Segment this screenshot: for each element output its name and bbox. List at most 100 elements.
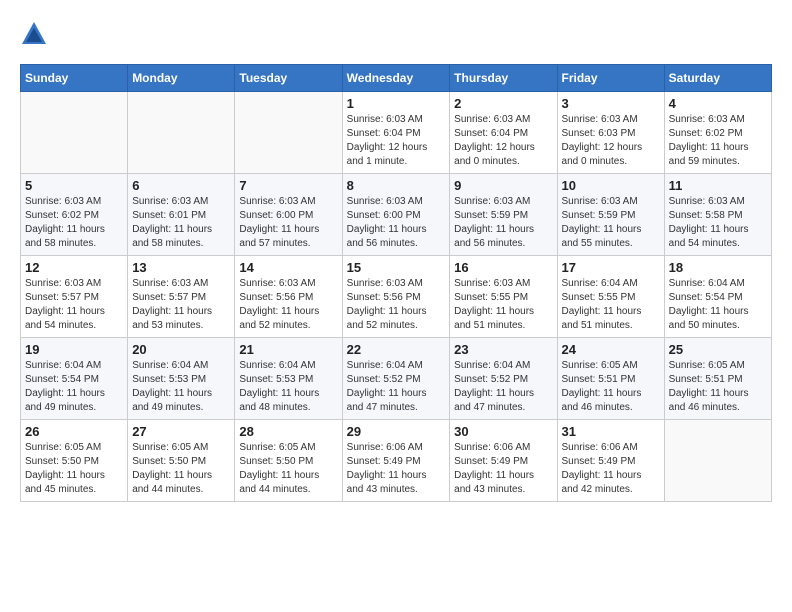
day-info: Sunrise: 6:05 AM Sunset: 5:50 PM Dayligh… <box>132 441 230 497</box>
calendar-cell <box>664 420 771 502</box>
day-info: Sunrise: 6:05 AM Sunset: 5:51 PM Dayligh… <box>562 359 660 415</box>
day-info: Sunrise: 6:06 AM Sunset: 5:49 PM Dayligh… <box>454 441 552 497</box>
day-info: Sunrise: 6:04 AM Sunset: 5:54 PM Dayligh… <box>669 277 767 333</box>
day-number: 11 <box>669 178 767 193</box>
calendar-cell <box>128 92 235 174</box>
calendar-header-row: SundayMondayTuesdayWednesdayThursdayFrid… <box>21 65 772 92</box>
calendar-cell: 2 Sunrise: 6:03 AM Sunset: 6:04 PM Daylig… <box>450 92 557 174</box>
day-info: Sunrise: 6:06 AM Sunset: 5:49 PM Dayligh… <box>347 441 446 497</box>
day-number: 10 <box>562 178 660 193</box>
calendar-cell: 3 Sunrise: 6:03 AM Sunset: 6:03 PM Daylig… <box>557 92 664 174</box>
day-number: 4 <box>669 96 767 111</box>
calendar-cell: 31 Sunrise: 6:06 AM Sunset: 5:49 PM Dayli… <box>557 420 664 502</box>
calendar-cell <box>235 92 342 174</box>
day-number: 12 <box>25 260 123 275</box>
calendar-cell: 18Sunrise: 6:04 AM Sunset: 5:54 PM Dayli… <box>664 256 771 338</box>
calendar-cell: 10 Sunrise: 6:03 AM Sunset: 5:59 PM Dayli… <box>557 174 664 256</box>
weekday-header: Sunday <box>21 65 128 92</box>
logo <box>20 20 52 48</box>
calendar-cell: 29 Sunrise: 6:06 AM Sunset: 5:49 PM Dayli… <box>342 420 450 502</box>
day-number: 30 <box>454 424 552 439</box>
calendar-cell: 27 Sunrise: 6:05 AM Sunset: 5:50 PM Dayli… <box>128 420 235 502</box>
day-number: 29 <box>347 424 446 439</box>
calendar-cell: 7 Sunrise: 6:03 AM Sunset: 6:00 PM Daylig… <box>235 174 342 256</box>
weekday-header: Thursday <box>450 65 557 92</box>
day-number: 8 <box>347 178 446 193</box>
calendar-cell: 6 Sunrise: 6:03 AM Sunset: 6:01 PM Daylig… <box>128 174 235 256</box>
day-number: 16 <box>454 260 552 275</box>
day-info: Sunrise: 6:03 AM Sunset: 6:04 PM Dayligh… <box>454 113 552 169</box>
day-info: Sunrise: 6:03 AM Sunset: 5:57 PM Dayligh… <box>132 277 230 333</box>
day-info: Sunrise: 6:03 AM Sunset: 6:01 PM Dayligh… <box>132 195 230 251</box>
page-header <box>20 20 772 48</box>
weekday-header: Friday <box>557 65 664 92</box>
calendar-week-row: 12 Sunrise: 6:03 AM Sunset: 5:57 PM Dayli… <box>21 256 772 338</box>
day-number: 31 <box>562 424 660 439</box>
calendar-cell: 25 Sunrise: 6:05 AM Sunset: 5:51 PM Dayli… <box>664 338 771 420</box>
calendar-cell <box>21 92 128 174</box>
day-number: 15 <box>347 260 446 275</box>
weekday-header: Monday <box>128 65 235 92</box>
day-info: Sunrise: 6:03 AM Sunset: 6:02 PM Dayligh… <box>25 195 123 251</box>
day-number: 1 <box>347 96 446 111</box>
day-info: Sunrise: 6:03 AM Sunset: 6:02 PM Dayligh… <box>669 113 767 169</box>
calendar-cell: 15 Sunrise: 6:03 AM Sunset: 5:56 PM Dayli… <box>342 256 450 338</box>
day-number: 9 <box>454 178 552 193</box>
calendar-cell: 1 Sunrise: 6:03 AM Sunset: 6:04 PM Daylig… <box>342 92 450 174</box>
day-info: Sunrise: 6:03 AM Sunset: 5:56 PM Dayligh… <box>239 277 337 333</box>
day-info: Sunrise: 6:04 AM Sunset: 5:54 PM Dayligh… <box>25 359 123 415</box>
day-number: 24 <box>562 342 660 357</box>
weekday-header: Wednesday <box>342 65 450 92</box>
day-info: Sunrise: 6:04 AM Sunset: 5:53 PM Dayligh… <box>239 359 337 415</box>
day-number: 7 <box>239 178 337 193</box>
calendar-cell: 13 Sunrise: 6:03 AM Sunset: 5:57 PM Dayli… <box>128 256 235 338</box>
day-info: Sunrise: 6:03 AM Sunset: 5:55 PM Dayligh… <box>454 277 552 333</box>
calendar-week-row: 19 Sunrise: 6:04 AM Sunset: 5:54 PM Dayli… <box>21 338 772 420</box>
day-info: Sunrise: 6:04 AM Sunset: 5:55 PM Dayligh… <box>562 277 660 333</box>
day-info: Sunrise: 6:06 AM Sunset: 5:49 PM Dayligh… <box>562 441 660 497</box>
day-number: 13 <box>132 260 230 275</box>
day-number: 6 <box>132 178 230 193</box>
day-number: 19 <box>25 342 123 357</box>
weekday-header: Tuesday <box>235 65 342 92</box>
calendar-cell: 11 Sunrise: 6:03 AM Sunset: 5:58 PM Dayli… <box>664 174 771 256</box>
day-info: Sunrise: 6:04 AM Sunset: 5:53 PM Dayligh… <box>132 359 230 415</box>
calendar-cell: 20Sunrise: 6:04 AM Sunset: 5:53 PM Dayli… <box>128 338 235 420</box>
calendar-table: SundayMondayTuesdayWednesdayThursdayFrid… <box>20 64 772 502</box>
day-info: Sunrise: 6:03 AM Sunset: 6:00 PM Dayligh… <box>347 195 446 251</box>
calendar-cell: 24 Sunrise: 6:05 AM Sunset: 5:51 PM Dayli… <box>557 338 664 420</box>
day-info: Sunrise: 6:04 AM Sunset: 5:52 PM Dayligh… <box>347 359 446 415</box>
day-info: Sunrise: 6:05 AM Sunset: 5:50 PM Dayligh… <box>239 441 337 497</box>
day-info: Sunrise: 6:04 AM Sunset: 5:52 PM Dayligh… <box>454 359 552 415</box>
calendar-cell: 30 Sunrise: 6:06 AM Sunset: 5:49 PM Dayli… <box>450 420 557 502</box>
day-info: Sunrise: 6:03 AM Sunset: 5:59 PM Dayligh… <box>454 195 552 251</box>
day-number: 23 <box>454 342 552 357</box>
day-number: 28 <box>239 424 337 439</box>
day-info: Sunrise: 6:03 AM Sunset: 5:56 PM Dayligh… <box>347 277 446 333</box>
day-number: 17 <box>562 260 660 275</box>
calendar-cell: 17 Sunrise: 6:04 AM Sunset: 5:55 PM Dayli… <box>557 256 664 338</box>
day-number: 3 <box>562 96 660 111</box>
calendar-cell: 9 Sunrise: 6:03 AM Sunset: 5:59 PM Daylig… <box>450 174 557 256</box>
day-number: 5 <box>25 178 123 193</box>
calendar-cell: 19 Sunrise: 6:04 AM Sunset: 5:54 PM Dayli… <box>21 338 128 420</box>
day-info: Sunrise: 6:03 AM Sunset: 5:58 PM Dayligh… <box>669 195 767 251</box>
day-number: 14 <box>239 260 337 275</box>
day-number: 2 <box>454 96 552 111</box>
day-number: 25 <box>669 342 767 357</box>
day-number: 26 <box>25 424 123 439</box>
calendar-cell: 8 Sunrise: 6:03 AM Sunset: 6:00 PM Daylig… <box>342 174 450 256</box>
day-info: Sunrise: 6:03 AM Sunset: 6:03 PM Dayligh… <box>562 113 660 169</box>
day-info: Sunrise: 6:05 AM Sunset: 5:51 PM Dayligh… <box>669 359 767 415</box>
day-info: Sunrise: 6:03 AM Sunset: 6:00 PM Dayligh… <box>239 195 337 251</box>
day-number: 27 <box>132 424 230 439</box>
calendar-cell: 12Sunrise: 6:03 AM Sunset: 5:57 PM Dayli… <box>21 256 128 338</box>
calendar-cell: 16 Sunrise: 6:03 AM Sunset: 5:55 PM Dayli… <box>450 256 557 338</box>
day-info: Sunrise: 6:03 AM Sunset: 6:04 PM Dayligh… <box>347 113 446 169</box>
calendar-cell: 28 Sunrise: 6:05 AM Sunset: 5:50 PM Dayli… <box>235 420 342 502</box>
calendar-cell: 26 Sunrise: 6:05 AM Sunset: 5:50 PM Dayli… <box>21 420 128 502</box>
day-info: Sunrise: 6:05 AM Sunset: 5:50 PM Dayligh… <box>25 441 123 497</box>
calendar-cell: 21Sunrise: 6:04 AM Sunset: 5:53 PM Dayli… <box>235 338 342 420</box>
day-info: Sunrise: 6:03 AM Sunset: 5:59 PM Dayligh… <box>562 195 660 251</box>
calendar-cell: 14 Sunrise: 6:03 AM Sunset: 5:56 PM Dayli… <box>235 256 342 338</box>
